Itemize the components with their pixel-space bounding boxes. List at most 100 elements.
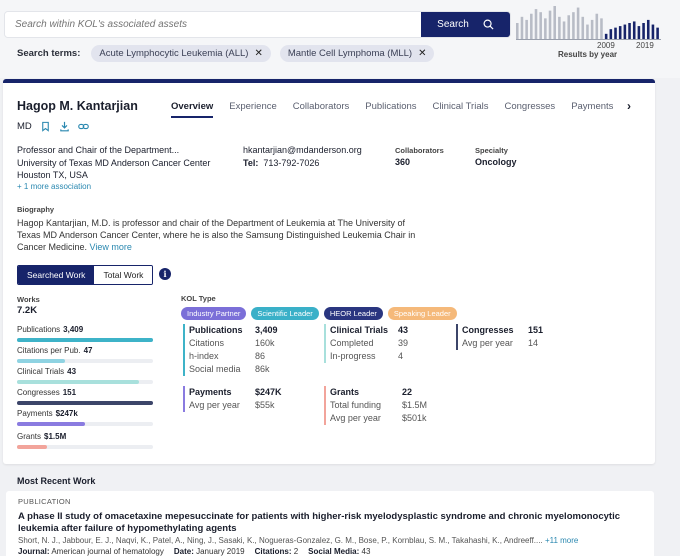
collaborators-value: 360 [395, 157, 411, 167]
year-bar [614, 27, 617, 40]
year-bar [637, 26, 641, 40]
kol-type-label: KOL Type [181, 294, 216, 303]
location: Houston TX, USA [17, 170, 88, 180]
top-search-area: Search Search terms: Acute Lymphocytic L… [0, 0, 680, 78]
year-bar [651, 24, 655, 40]
search-button[interactable]: Search [421, 12, 510, 37]
year-bar [628, 23, 631, 40]
kol-name: Hagop M. Kantarjian [17, 99, 138, 113]
year-bar [618, 26, 622, 40]
works-bar-congresses: Congresses 151 [17, 388, 153, 405]
year-bar [567, 15, 571, 40]
profile-card: Hagop M. Kantarjian MD Overview Experien… [3, 79, 655, 464]
year-end-label: 2019 [636, 41, 654, 50]
metric-key: Avg per year [330, 413, 381, 423]
info-icon[interactable]: i [159, 268, 171, 280]
year-bar [562, 21, 566, 40]
year-bar [576, 7, 580, 40]
citations-label: Citations: [254, 547, 292, 556]
metric-key: h-index [189, 351, 219, 361]
metric-key: Citations [189, 338, 225, 348]
searched-work-button[interactable]: Searched Work [18, 266, 95, 284]
year-bar [572, 12, 575, 40]
year-bar [646, 19, 650, 40]
metric-value: 3,409 [255, 325, 278, 335]
tab-clinical-trials[interactable]: Clinical Trials [433, 101, 489, 118]
link-icon[interactable] [77, 121, 89, 132]
search-icon [483, 19, 494, 30]
search-term-chip: Acute Lymphocytic Leukemia (ALL) ✕ [91, 45, 271, 62]
download-icon[interactable] [59, 121, 70, 132]
bar-fill [17, 445, 47, 449]
metric-value: 43 [398, 325, 409, 335]
year-bar [623, 24, 627, 40]
recent-work-card[interactable]: PUBLICATION A phase II study of omacetax… [6, 491, 654, 556]
specialty-value: Oncology [475, 157, 517, 167]
metric-title: Congresses [462, 325, 514, 335]
social-media-label: Social Media: [308, 547, 360, 556]
works-label: Works [17, 295, 40, 304]
works-bar-payments: Payments $247k [17, 409, 153, 426]
bar-fill [17, 338, 153, 342]
metric-value: 22 [402, 387, 413, 397]
total-work-button[interactable]: Total Work [94, 266, 153, 284]
email[interactable]: hkantarjian@mdanderson.org [243, 144, 362, 157]
search-term-label: Acute Lymphocytic Leukemia (ALL) [99, 48, 249, 59]
metric-grants: Grants 22 Total funding $1.5M Avg per year… [324, 386, 427, 425]
bar-label: Congresses [17, 388, 60, 397]
tab-congresses[interactable]: Congresses [504, 101, 555, 118]
bar-label: Grants [17, 432, 42, 441]
metric-payments: Payments $247K Avg per year $55k [183, 386, 282, 412]
metric-val: 86 [255, 351, 266, 361]
metric-val: $55k [255, 400, 275, 410]
year-bar [595, 13, 599, 40]
more-association-link[interactable]: + 1 more association [17, 182, 91, 191]
metric-key: In-progress [330, 351, 376, 361]
search-term-chip: Mantle Cell Lymphoma (MLL) ✕ [279, 45, 435, 62]
tab-payments[interactable]: Payments [571, 101, 613, 118]
search-terms-label: Search terms: [17, 48, 81, 59]
tab-collaborators[interactable]: Collaborators [293, 101, 350, 118]
affiliation: Professor and Chair of the Department...… [17, 144, 210, 182]
metric-key: Avg per year [462, 338, 513, 348]
citations: 2 [293, 547, 299, 556]
tab-publications[interactable]: Publications [365, 101, 416, 118]
work-toggle: Searched Work Total Work [17, 265, 154, 285]
close-icon[interactable]: ✕ [254, 48, 262, 59]
bar-fill [17, 359, 65, 363]
publication-tag: PUBLICATION [18, 497, 71, 506]
chevron-right-icon[interactable]: › [627, 99, 631, 113]
bar-value: 151 [62, 388, 77, 397]
bar-value: $1.5M [44, 432, 67, 441]
bar-fill [17, 401, 153, 405]
metric-key: Avg per year [189, 400, 240, 410]
metric-val: 4 [398, 351, 404, 361]
metric-val: 160k [255, 338, 275, 348]
metric-title: Publications [189, 325, 243, 335]
year-bar [590, 19, 594, 40]
kol-badge: HEOR Leader [323, 307, 383, 320]
tab-overview[interactable]: Overview [171, 101, 214, 118]
view-more-link[interactable]: View more [90, 242, 132, 252]
year-start-label: 2009 [597, 41, 615, 50]
year-bar [534, 9, 538, 40]
tab-experience[interactable]: Experience [229, 101, 277, 118]
publication-title[interactable]: A phase II study of omacetaxine mepesucc… [18, 511, 638, 535]
works-value: 7.2K [17, 305, 38, 316]
year-bar [558, 16, 561, 40]
works-bar-publications: Publications 3,409 [17, 325, 153, 342]
works-bar-citations: Citations per Pub. 47 [17, 346, 153, 363]
profile-actions: MD [17, 121, 89, 132]
kol-type-badges: Industry Partner Scientific Leader HEOR … [181, 307, 457, 320]
search-input[interactable] [5, 12, 421, 37]
phone: 713-792-7026 [263, 158, 320, 168]
bookmark-icon[interactable] [40, 121, 51, 132]
year-bar [553, 6, 556, 40]
results-by-year-chart [516, 6, 661, 40]
bar-label: Payments [17, 409, 53, 418]
more-authors-link[interactable]: +11 more [545, 536, 578, 545]
most-recent-work-label: Most Recent Work [17, 476, 96, 486]
journal: American journal of hematology [51, 547, 164, 556]
bar-label: Clinical Trials [17, 367, 65, 376]
close-icon[interactable]: ✕ [418, 48, 426, 59]
